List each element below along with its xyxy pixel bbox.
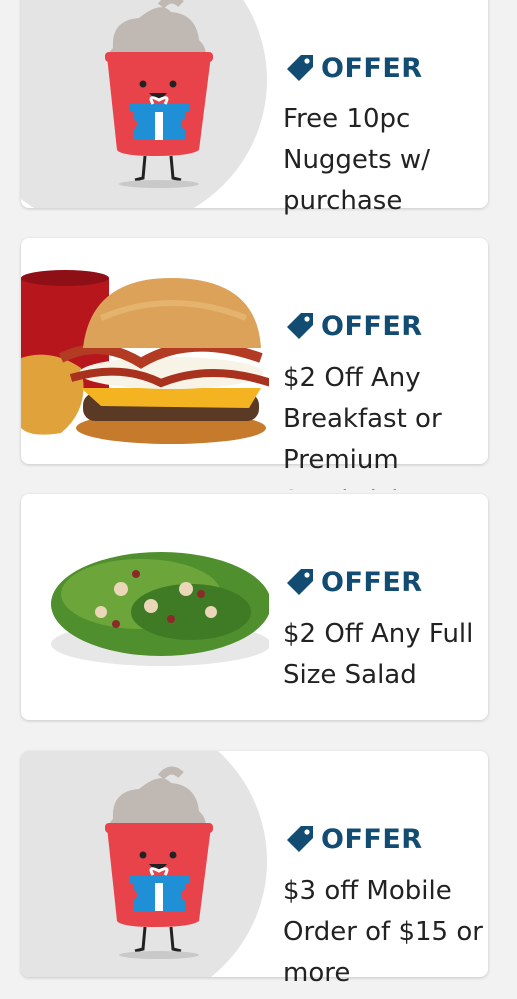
offer-label: OFFER	[321, 310, 423, 342]
offer-tag: OFFER	[283, 822, 423, 856]
offer-label: OFFER	[321, 52, 423, 84]
offer-tag: OFFER	[283, 51, 423, 85]
price-tag-icon	[287, 313, 313, 339]
offer-image-breakfast-sandwich	[21, 238, 269, 464]
offer-tag: OFFER	[283, 309, 423, 343]
price-tag-icon	[287, 55, 313, 81]
offer-title: $2 Off Any Full Size Salad	[283, 619, 474, 690]
offer-image-frosty-mascot	[21, 0, 269, 208]
offer-card[interactable]: OFFER Free 10pc Nuggets w/ purchase	[21, 0, 488, 216]
offer-card[interactable]: OFFER $2 Off Any Breakfast or Premium Sa…	[21, 238, 488, 490]
offer-image-frosty-mascot	[21, 751, 269, 977]
offer-card[interactable]: OFFER $3 off Mobile Order of $15 or more	[21, 751, 488, 988]
offer-label: OFFER	[321, 566, 423, 598]
offer-label: OFFER	[321, 823, 423, 855]
price-tag-icon	[287, 826, 313, 852]
offer-card[interactable]: OFFER $2 Off Any Full Size Salad	[21, 494, 488, 720]
price-tag-icon	[287, 569, 313, 595]
offer-title: Free 10pc Nuggets w/ purchase	[283, 104, 430, 216]
offer-image-salad	[21, 494, 269, 720]
offer-title: $2 Off Any Breakfast or Premium Sandwich	[283, 363, 442, 490]
offer-title: $3 off Mobile Order of $15 or more	[283, 876, 483, 988]
offer-tag: OFFER	[283, 565, 423, 599]
